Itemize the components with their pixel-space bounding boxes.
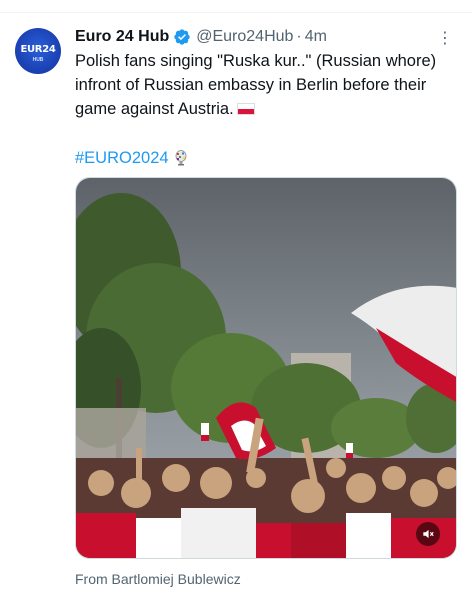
- euro-trophy-icon: [174, 150, 188, 166]
- tweet-header: Euro 24 Hub @Euro24Hub · 4m: [75, 27, 432, 47]
- timestamp[interactable]: 4m: [305, 27, 327, 47]
- hashtag-link[interactable]: #EURO2024: [75, 146, 169, 170]
- tweet-body: Polish fans singing "Ruska kur.." (Russi…: [75, 52, 437, 118]
- avatar-logo-subtext: HUB: [32, 57, 44, 63]
- tweet-text: Polish fans singing "Ruska kur.." (Russi…: [75, 49, 455, 121]
- display-name[interactable]: Euro 24 Hub: [75, 27, 169, 47]
- user-handle[interactable]: @Euro24Hub: [196, 27, 293, 47]
- video-player[interactable]: [75, 177, 457, 559]
- separator-dot: ·: [296, 28, 302, 45]
- speaker-muted-icon[interactable]: [416, 522, 440, 546]
- top-divider: [0, 12, 472, 13]
- avatar[interactable]: EUR24 HUB: [15, 28, 61, 74]
- media-attribution: From Bartlomiej Bublewicz: [75, 571, 241, 587]
- poland-flag-icon: [236, 103, 255, 115]
- avatar-logo-text: EUR24: [20, 43, 56, 55]
- video-frame: [76, 178, 456, 558]
- hashtag-line: #EURO2024: [75, 146, 188, 170]
- verified-badge-icon: [173, 28, 191, 46]
- more-options-icon[interactable]: ⋮: [436, 30, 454, 48]
